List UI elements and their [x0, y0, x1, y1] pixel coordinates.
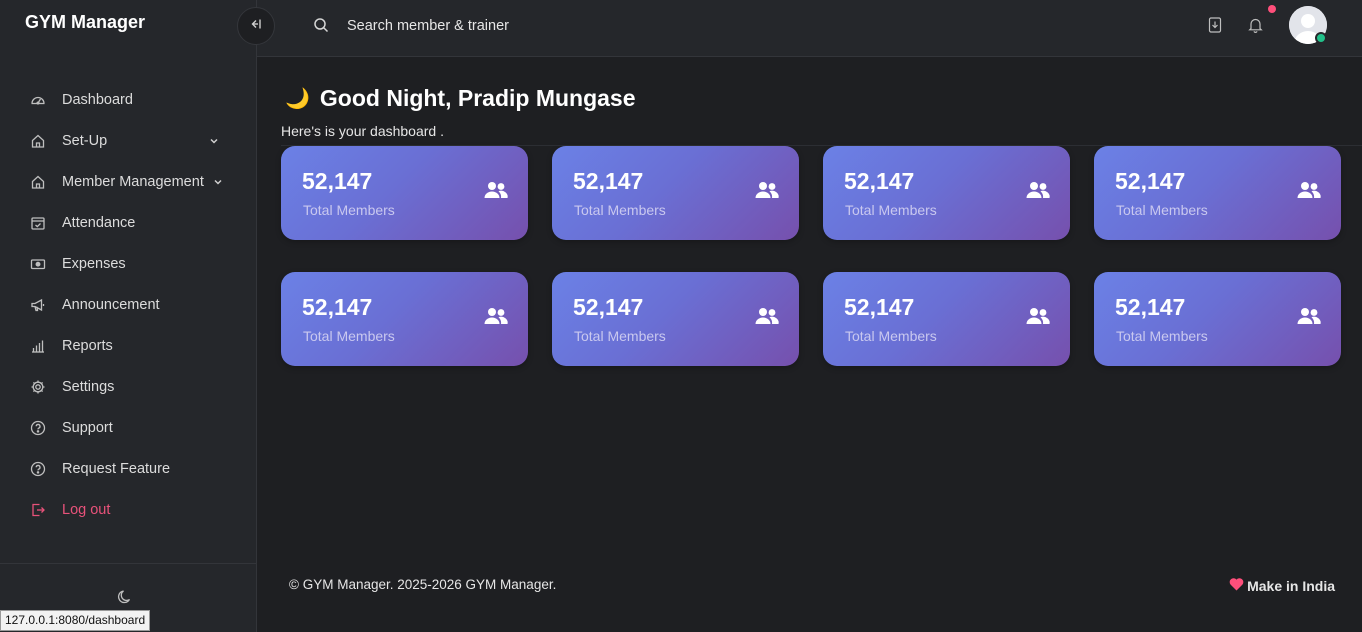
sidebar-item-reports[interactable]: Reports — [0, 325, 257, 366]
search-icon — [313, 17, 329, 38]
stat-card[interactable]: 52,147 Total Members — [1094, 272, 1341, 366]
chevron-down-icon[interactable] — [213, 177, 223, 187]
calendar-check-icon — [30, 215, 46, 231]
sidebar-item-label: Reports — [62, 337, 113, 354]
sidebar-item-label: Settings — [62, 378, 115, 395]
logout-icon — [30, 502, 46, 518]
chevron-down-icon[interactable] — [209, 136, 219, 146]
help-circle-icon — [30, 420, 46, 436]
dashboard-icon — [30, 92, 46, 108]
stat-label: Total Members — [303, 202, 395, 218]
stat-card[interactable]: 52,147 Total Members — [1094, 146, 1341, 240]
sidebar-collapse-button[interactable] — [237, 7, 275, 45]
stat-label: Total Members — [574, 202, 666, 218]
users-icon — [755, 307, 779, 330]
stat-value: 52,147 — [844, 294, 915, 320]
stat-card[interactable]: 52,147 Total Members — [281, 272, 528, 366]
stat-label: Total Members — [1116, 202, 1208, 218]
cash-icon — [30, 256, 46, 272]
sidebar-item-request-feature[interactable]: Request Feature — [0, 448, 257, 489]
dashboard-main: 🌙 Good Night, Pradip Mungase Here's is y… — [257, 57, 1362, 632]
search-input[interactable] — [347, 14, 647, 38]
sidebar-item-label: Log out — [62, 501, 111, 518]
greeting-text: Good Night, Pradip Mungase — [319, 85, 636, 111]
stat-label: Total Members — [845, 202, 937, 218]
stat-card[interactable]: 52,147 Total Members — [823, 146, 1070, 240]
sidebar-item-attendance[interactable]: Attendance — [0, 202, 257, 243]
bar-chart-icon — [30, 338, 46, 354]
stat-label: Total Members — [845, 328, 937, 344]
stat-card[interactable]: 52,147 Total Members — [552, 146, 799, 240]
sidebar-item-logout[interactable]: Log out — [0, 489, 257, 530]
sidebar-item-label: Support — [62, 419, 113, 436]
page-subtitle: Here's is your dashboard . — [281, 123, 444, 139]
sidebar-item-setup[interactable]: Set-Up — [0, 120, 257, 161]
stat-card[interactable]: 52,147 Total Members — [552, 272, 799, 366]
users-icon — [484, 181, 508, 204]
megaphone-icon — [30, 297, 46, 313]
sidebar-item-label: Attendance — [62, 214, 136, 231]
notification-badge — [1268, 5, 1276, 13]
users-icon — [755, 181, 779, 204]
top-header — [257, 0, 1362, 57]
app-root: GYM Manager Dashboard Set-Up Member Mana… — [0, 0, 1362, 632]
stat-value: 52,147 — [573, 168, 644, 194]
sidebar-item-member-management[interactable]: Member Management — [0, 161, 257, 202]
sidebar-item-expenses[interactable]: Expenses — [0, 243, 257, 284]
sidebar-item-announcement[interactable]: Announcement — [0, 284, 257, 325]
stat-card[interactable]: 52,147 Total Members — [281, 146, 528, 240]
stat-value: 52,147 — [573, 294, 644, 320]
sidebar-item-settings[interactable]: Settings — [0, 366, 257, 407]
sidebar-item-label: Dashboard — [62, 91, 133, 108]
users-icon — [1026, 307, 1050, 330]
brand-logo-text[interactable]: GYM Manager — [25, 12, 145, 33]
stat-card[interactable]: 52,147 Total Members — [823, 272, 1070, 366]
stat-value: 52,147 — [302, 294, 373, 320]
stat-value: 52,147 — [844, 168, 915, 194]
stats-card-grid: 52,147 Total Members 52,147 Total Member… — [281, 146, 1341, 366]
collapse-left-icon — [249, 17, 263, 36]
download-app-icon[interactable] — [1208, 17, 1222, 38]
stat-label: Total Members — [574, 328, 666, 344]
sidebar-item-label: Expenses — [62, 255, 126, 272]
users-icon — [1297, 181, 1321, 204]
sidebar: GYM Manager Dashboard Set-Up Member Mana… — [0, 0, 257, 632]
stat-value: 52,147 — [1115, 294, 1186, 320]
online-status-dot — [1315, 32, 1327, 44]
sidebar-item-label: Member Management — [62, 173, 204, 190]
home-icon — [30, 174, 46, 190]
home-icon — [30, 133, 46, 149]
sidebar-item-label: Request Feature — [62, 460, 171, 477]
bell-icon[interactable] — [1248, 17, 1263, 38]
stat-label: Total Members — [303, 328, 395, 344]
stat-value: 52,147 — [302, 168, 373, 194]
sidebar-nav: Dashboard Set-Up Member Management Atten… — [0, 79, 257, 530]
stat-value: 52,147 — [1115, 168, 1186, 194]
users-icon — [1297, 307, 1321, 330]
sidebar-item-label: Announcement — [62, 296, 160, 313]
help-circle-icon — [30, 461, 46, 477]
moon-icon[interactable] — [117, 589, 133, 610]
footer-copyright: © GYM Manager. 2025-2026 GYM Manager. — [289, 577, 557, 592]
gear-icon — [30, 379, 46, 395]
heart-icon — [1229, 577, 1244, 594]
greeting-heading: 🌙 Good Night, Pradip Mungase — [285, 85, 636, 112]
sidebar-item-label: Set-Up — [62, 132, 108, 149]
sidebar-item-support[interactable]: Support — [0, 407, 257, 448]
footer-made-in: Make in India — [1229, 577, 1335, 594]
moon-emoji-icon: 🌙 — [285, 88, 310, 110]
browser-status-url: 127.0.0.1:8080/dashboard — [0, 610, 151, 631]
users-icon — [484, 307, 508, 330]
sidebar-item-dashboard[interactable]: Dashboard — [0, 79, 257, 120]
made-in-text: Make in India — [1247, 577, 1335, 594]
users-icon — [1026, 181, 1050, 204]
stat-label: Total Members — [1116, 328, 1208, 344]
